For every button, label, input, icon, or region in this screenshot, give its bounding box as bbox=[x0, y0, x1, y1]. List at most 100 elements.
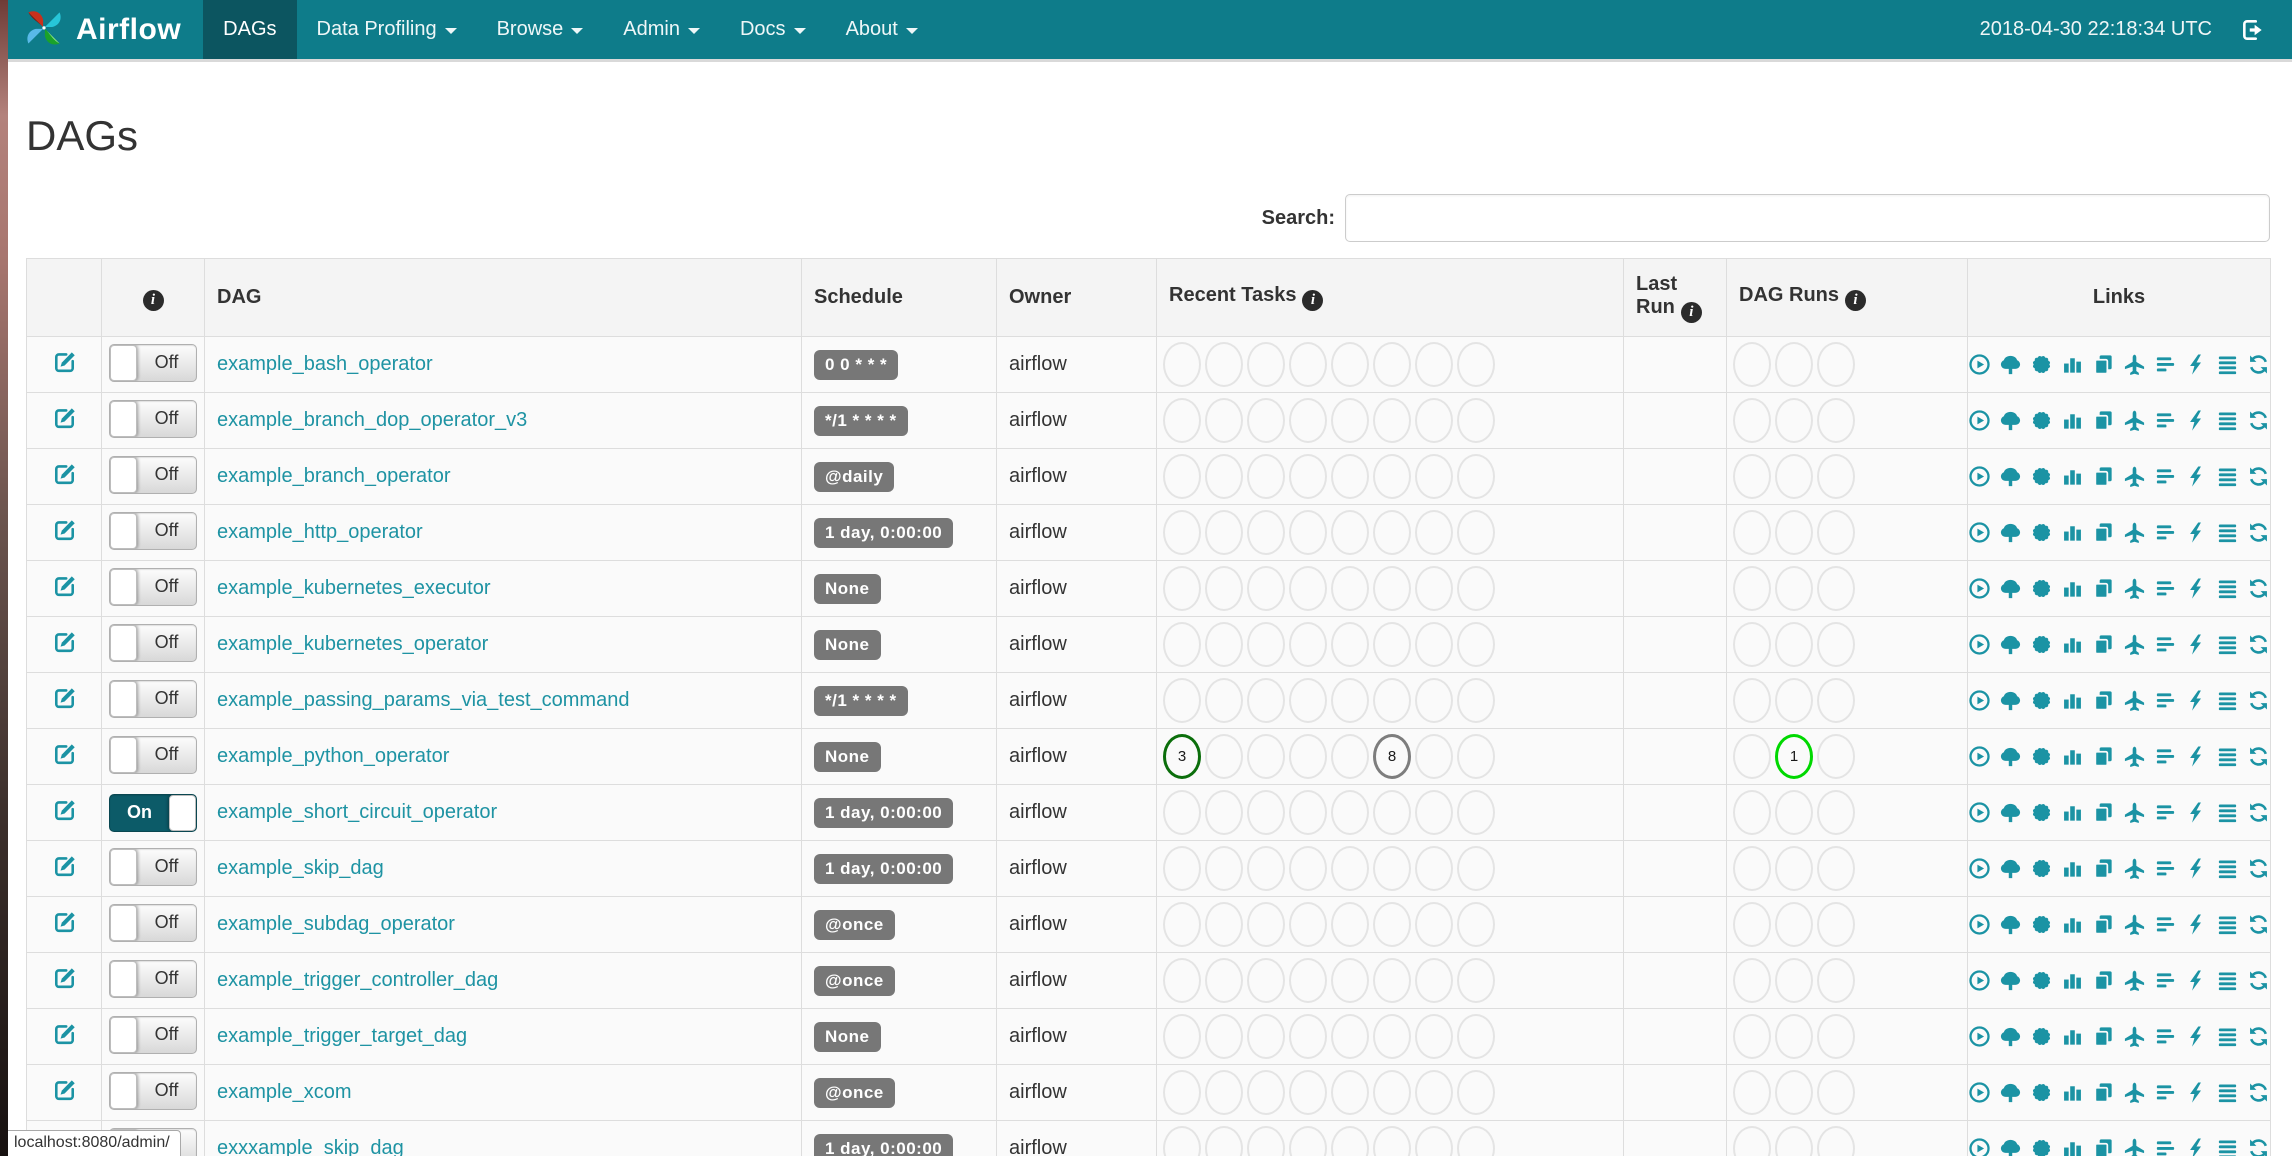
state-circle[interactable] bbox=[1331, 1126, 1369, 1156]
tree-view-icon[interactable] bbox=[1999, 1081, 2022, 1104]
state-circle[interactable] bbox=[1331, 622, 1369, 667]
trigger-dag-icon[interactable] bbox=[1968, 801, 1991, 824]
tree-view-icon[interactable] bbox=[1999, 577, 2022, 600]
state-circle[interactable] bbox=[1205, 342, 1243, 387]
state-circle[interactable] bbox=[1247, 790, 1285, 835]
state-circle[interactable] bbox=[1373, 454, 1411, 499]
graph-view-icon[interactable] bbox=[2030, 633, 2053, 656]
code-view-icon[interactable] bbox=[2185, 409, 2208, 432]
landing-times-icon[interactable] bbox=[2123, 1137, 2146, 1156]
state-circle[interactable] bbox=[1289, 734, 1327, 779]
task-duration-icon[interactable] bbox=[2061, 521, 2084, 544]
state-circle[interactable] bbox=[1331, 790, 1369, 835]
schedule-badge[interactable]: None bbox=[814, 1021, 881, 1052]
state-circle[interactable] bbox=[1163, 622, 1201, 667]
state-circle[interactable] bbox=[1733, 622, 1771, 667]
state-circle[interactable] bbox=[1817, 510, 1855, 555]
logs-icon[interactable] bbox=[2216, 409, 2239, 432]
schedule-badge[interactable]: @once bbox=[814, 909, 895, 940]
state-circle[interactable] bbox=[1163, 566, 1201, 611]
task-tries-icon[interactable] bbox=[2092, 465, 2115, 488]
dag-link[interactable]: example_kubernetes_executor bbox=[217, 577, 491, 599]
gantt-icon[interactable] bbox=[2154, 1081, 2177, 1104]
trigger-dag-icon[interactable] bbox=[1968, 521, 1991, 544]
state-circle[interactable] bbox=[1415, 1126, 1453, 1156]
task-duration-icon[interactable] bbox=[2061, 465, 2084, 488]
edit-dag-icon[interactable] bbox=[51, 517, 78, 544]
state-circle[interactable] bbox=[1163, 678, 1201, 723]
state-circle[interactable] bbox=[1775, 958, 1813, 1003]
state-circle[interactable] bbox=[1415, 902, 1453, 947]
state-circle[interactable] bbox=[1373, 846, 1411, 891]
trigger-dag-icon[interactable] bbox=[1968, 689, 1991, 712]
refresh-icon[interactable] bbox=[2247, 465, 2270, 488]
dag-toggle[interactable]: Off bbox=[109, 1015, 197, 1054]
graph-view-icon[interactable] bbox=[2030, 1137, 2053, 1156]
state-circle[interactable] bbox=[1163, 342, 1201, 387]
tree-view-icon[interactable] bbox=[1999, 633, 2022, 656]
state-circle[interactable] bbox=[1247, 510, 1285, 555]
state-circle[interactable] bbox=[1775, 454, 1813, 499]
gantt-icon[interactable] bbox=[2154, 577, 2177, 600]
state-circle[interactable] bbox=[1457, 510, 1495, 555]
schedule-badge[interactable]: @once bbox=[814, 965, 895, 996]
state-circle[interactable] bbox=[1817, 734, 1855, 779]
edit-dag-icon[interactable] bbox=[51, 797, 78, 824]
refresh-icon[interactable] bbox=[2247, 969, 2270, 992]
search-input[interactable] bbox=[1345, 194, 2270, 242]
state-circle[interactable] bbox=[1247, 342, 1285, 387]
tree-view-icon[interactable] bbox=[1999, 465, 2022, 488]
gantt-icon[interactable] bbox=[2154, 465, 2177, 488]
code-view-icon[interactable] bbox=[2185, 689, 2208, 712]
tree-view-icon[interactable] bbox=[1999, 801, 2022, 824]
state-circle[interactable] bbox=[1163, 1014, 1201, 1059]
state-circle[interactable] bbox=[1817, 454, 1855, 499]
refresh-icon[interactable] bbox=[2247, 521, 2270, 544]
edit-dag-icon[interactable] bbox=[51, 349, 78, 376]
state-circle[interactable] bbox=[1331, 902, 1369, 947]
header-owner[interactable]: Owner bbox=[996, 258, 1157, 337]
task-duration-icon[interactable] bbox=[2061, 409, 2084, 432]
task-tries-icon[interactable] bbox=[2092, 745, 2115, 768]
code-view-icon[interactable] bbox=[2185, 521, 2208, 544]
state-circle[interactable] bbox=[1733, 454, 1771, 499]
state-circle[interactable]: 8 bbox=[1373, 734, 1411, 779]
dag-toggle[interactable]: Off bbox=[109, 623, 197, 662]
logs-icon[interactable] bbox=[2216, 801, 2239, 824]
state-circle[interactable] bbox=[1373, 398, 1411, 443]
state-circle[interactable] bbox=[1163, 1126, 1201, 1156]
info-icon[interactable] bbox=[1302, 290, 1324, 311]
nav-item-browse[interactable]: Browse bbox=[477, 0, 604, 59]
state-circle[interactable] bbox=[1205, 454, 1243, 499]
state-circle[interactable] bbox=[1373, 1070, 1411, 1115]
dag-link[interactable]: example_subdag_operator bbox=[217, 913, 455, 935]
refresh-icon[interactable] bbox=[2247, 1025, 2270, 1048]
tree-view-icon[interactable] bbox=[1999, 353, 2022, 376]
state-circle[interactable] bbox=[1331, 566, 1369, 611]
state-circle[interactable] bbox=[1163, 846, 1201, 891]
dag-toggle[interactable]: Off bbox=[109, 567, 197, 606]
state-circle[interactable] bbox=[1289, 1070, 1327, 1115]
schedule-badge[interactable]: 1 day, 0:00:00 bbox=[814, 1133, 954, 1156]
edit-dag-icon[interactable] bbox=[51, 741, 78, 768]
nav-item-admin[interactable]: Admin bbox=[603, 0, 720, 59]
state-circle[interactable] bbox=[1289, 454, 1327, 499]
landing-times-icon[interactable] bbox=[2123, 633, 2146, 656]
task-tries-icon[interactable] bbox=[2092, 1137, 2115, 1156]
state-circle[interactable] bbox=[1817, 958, 1855, 1003]
state-circle[interactable] bbox=[1775, 566, 1813, 611]
gantt-icon[interactable] bbox=[2154, 689, 2177, 712]
state-circle[interactable] bbox=[1817, 678, 1855, 723]
state-circle[interactable]: 1 bbox=[1775, 734, 1813, 779]
schedule-badge[interactable]: None bbox=[814, 629, 881, 660]
dag-toggle[interactable]: Off bbox=[109, 903, 197, 942]
landing-times-icon[interactable] bbox=[2123, 577, 2146, 600]
dag-link[interactable]: example_python_operator bbox=[217, 745, 449, 767]
graph-view-icon[interactable] bbox=[2030, 465, 2053, 488]
header-dag[interactable]: DAG bbox=[204, 258, 802, 337]
landing-times-icon[interactable] bbox=[2123, 409, 2146, 432]
state-circle[interactable] bbox=[1733, 958, 1771, 1003]
state-circle[interactable] bbox=[1373, 622, 1411, 667]
edit-dag-icon[interactable] bbox=[51, 461, 78, 488]
info-icon[interactable] bbox=[1680, 301, 1702, 323]
